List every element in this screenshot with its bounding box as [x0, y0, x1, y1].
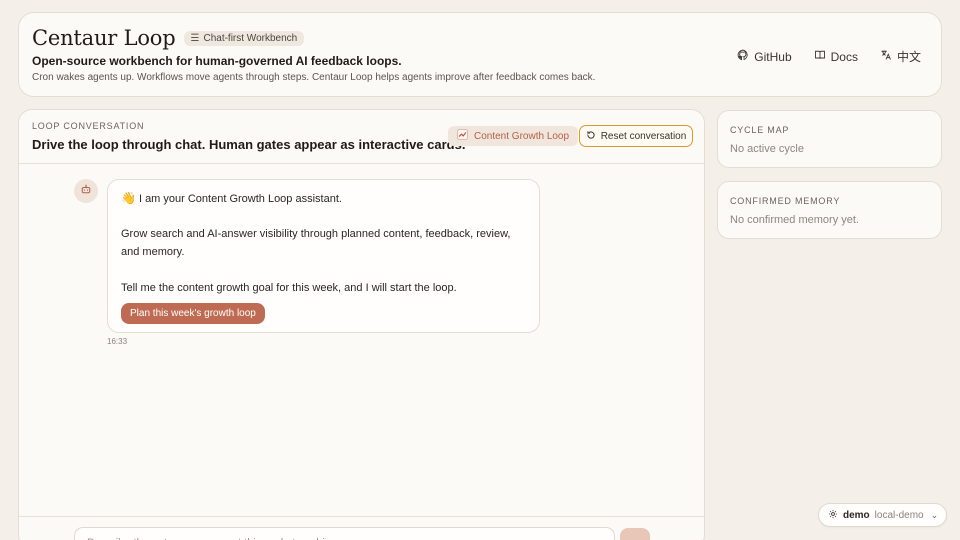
cycle-map-empty: No active cycle — [730, 143, 804, 155]
subline: Cron wakes agents up. Workflows move age… — [32, 72, 596, 83]
confirmed-memory-card: CONFIRMED MEMORY No confirmed memory yet… — [717, 181, 942, 239]
conversation-eyebrow: LOOP CONVERSATION — [32, 121, 145, 131]
cycle-map-card: CYCLE MAP No active cycle — [717, 110, 942, 168]
message-prompt: Tell me the content growth goal for this… — [121, 282, 457, 294]
env-target: local-demo — [874, 509, 924, 521]
cycle-map-eyebrow: CYCLE MAP — [730, 125, 790, 135]
plan-growth-loop-button[interactable]: Plan this week's growth loop — [121, 303, 265, 324]
brand-row: Centaur Loop ☰ Chat-first Workbench — [32, 26, 305, 50]
message-input[interactable]: Describe the outcome you want this cycle… — [74, 527, 615, 540]
app-header: Centaur Loop ☰ Chat-first Workbench Open… — [18, 12, 942, 97]
composer-divider — [19, 516, 704, 517]
environment-selector[interactable]: demo local-demo ⌄ — [818, 503, 947, 527]
gear-icon — [828, 509, 838, 522]
reset-label: Reset conversation — [600, 130, 687, 142]
language-toggle[interactable]: 中文 — [880, 48, 921, 65]
conversation-panel: LOOP CONVERSATION Drive the loop through… — [18, 109, 705, 540]
header-nav: GitHub Docs 中文 — [737, 48, 921, 65]
workbench-badge-label: Chat-first Workbench — [203, 32, 298, 44]
github-label: GitHub — [754, 49, 792, 64]
language-label: 中文 — [896, 50, 921, 64]
wave-emoji: 👋 — [121, 191, 136, 205]
message-timestamp: 16:33 — [107, 337, 128, 346]
chevron-down-icon: ⌄ — [930, 509, 939, 520]
reset-icon — [586, 130, 596, 143]
translate-icon — [880, 49, 892, 64]
message-greeting: I am your Content Growth Loop assistant. — [138, 193, 342, 205]
message-body: Grow search and AI-answer visibility thr… — [121, 228, 511, 258]
sliders-icon: ☰ — [190, 32, 200, 44]
env-name: demo — [843, 509, 870, 521]
send-arrow-icon: ↑ — [632, 536, 638, 540]
tagline: Open-source workbench for human-governed… — [32, 54, 402, 68]
docs-link[interactable]: Docs — [814, 48, 858, 65]
conversation-title: Drive the loop through chat. Human gates… — [32, 137, 466, 152]
app-title: Centaur Loop — [32, 26, 176, 50]
message-greeting-line: 👋 I am your Content Growth Loop assistant… — [121, 189, 526, 208]
reset-conversation-button[interactable]: Reset conversation — [579, 125, 693, 147]
assistant-message: 👋 I am your Content Growth Loop assistant… — [107, 179, 540, 333]
github-icon — [737, 49, 749, 64]
bot-icon — [80, 182, 92, 200]
workbench-badge: ☰ Chat-first Workbench — [183, 30, 305, 46]
memory-eyebrow: CONFIRMED MEMORY — [730, 196, 841, 206]
trend-icon — [457, 129, 468, 143]
send-button[interactable]: ↑ — [620, 528, 650, 540]
assistant-avatar — [74, 179, 98, 203]
loop-chip-label: Content Growth Loop — [474, 130, 570, 142]
memory-empty: No confirmed memory yet. — [730, 214, 859, 226]
loop-chip[interactable]: Content Growth Loop — [448, 126, 579, 146]
docs-label: Docs — [830, 49, 858, 64]
book-icon — [814, 49, 826, 64]
github-link[interactable]: GitHub — [737, 48, 792, 65]
conversation-header: LOOP CONVERSATION Drive the loop through… — [19, 110, 704, 164]
